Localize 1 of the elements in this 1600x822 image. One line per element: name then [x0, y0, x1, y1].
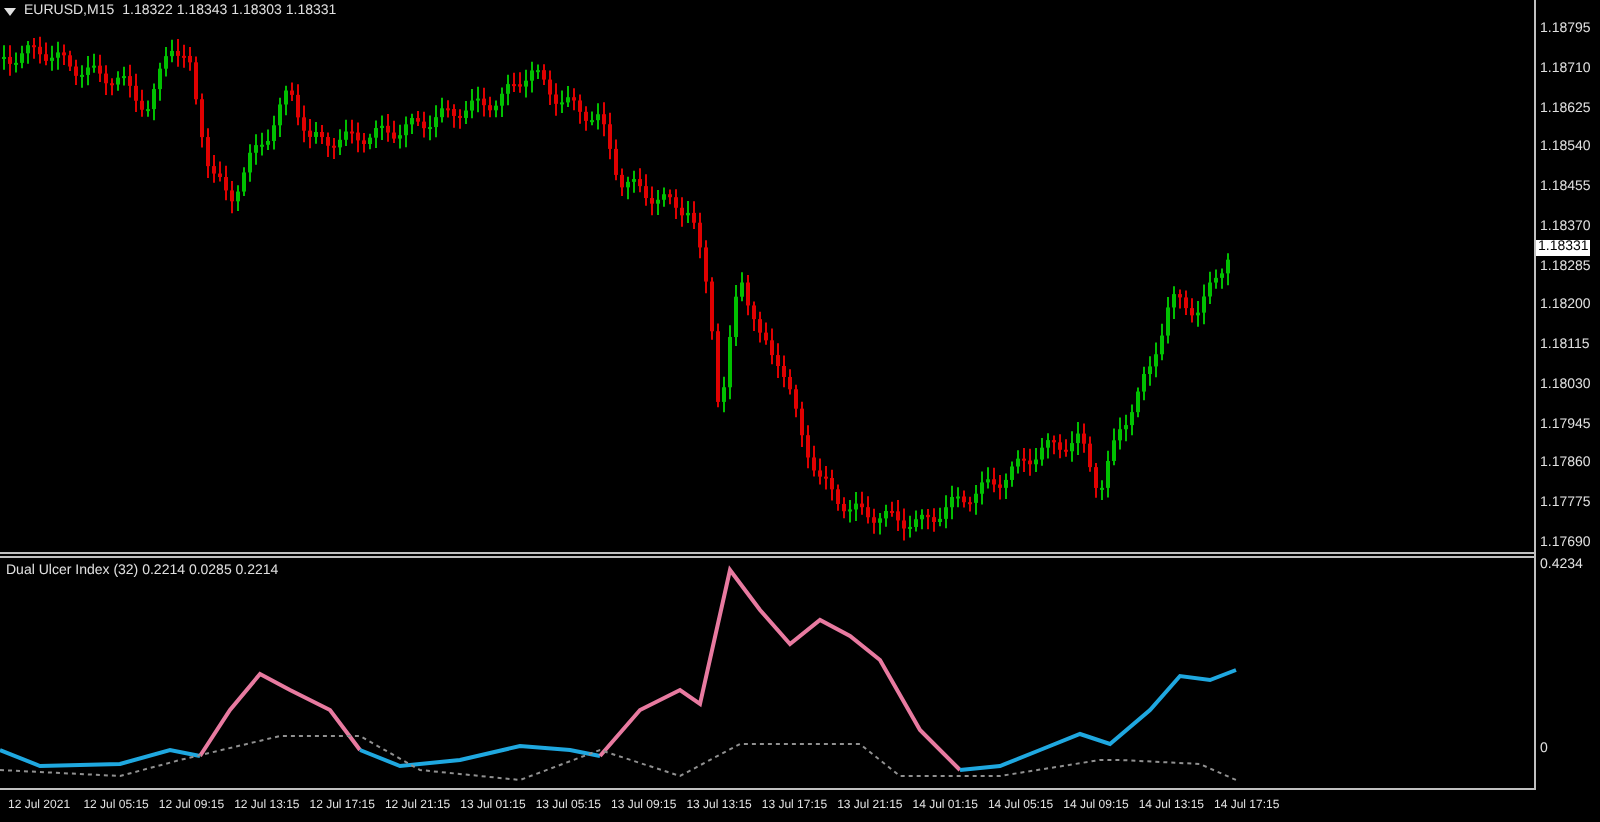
dropdown-triangle-icon[interactable] [4, 7, 16, 15]
